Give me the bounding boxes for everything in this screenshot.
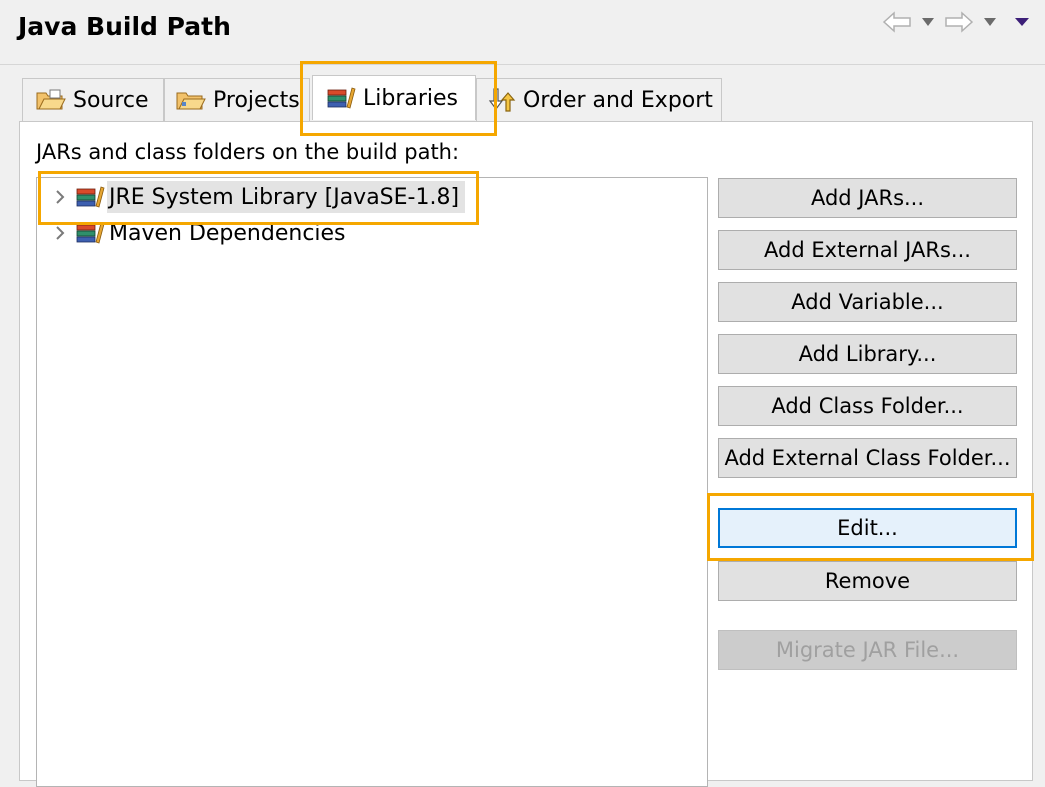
tab-libraries-label: Libraries	[363, 85, 459, 111]
chevron-right-icon[interactable]	[47, 189, 73, 205]
migrate-jar-button[interactable]: Migrate JAR File...	[718, 630, 1017, 670]
tab-projects[interactable]: Projects	[164, 78, 310, 121]
tree-item-maven[interactable]: Maven Dependencies	[37, 217, 352, 249]
add-variable-button[interactable]: Add Variable...	[718, 282, 1017, 322]
add-class-folder-button[interactable]: Add Class Folder...	[718, 386, 1017, 426]
library-icon	[73, 219, 107, 247]
tab-source[interactable]: Source	[22, 78, 164, 121]
add-external-class-folder-button[interactable]: Add External Class Folder...	[718, 438, 1017, 478]
tree-item-jre[interactable]: JRE System Library [JavaSE-1.8]	[37, 181, 466, 213]
tab-order-export[interactable]: Order and Export	[476, 78, 722, 121]
header-divider	[0, 64, 1045, 65]
add-library-button[interactable]: Add Library...	[718, 334, 1017, 374]
add-jars-button[interactable]: Add JARs...	[718, 178, 1017, 218]
source-folder-icon	[35, 87, 67, 113]
tab-order-export-label: Order and Export	[523, 87, 713, 113]
tree-item-label: Maven Dependencies	[109, 220, 346, 246]
libraries-tree[interactable]: JRE System Library [JavaSE-1.8] Maven De…	[36, 177, 708, 787]
tree-item-label: JRE System Library [JavaSE-1.8]	[107, 181, 466, 213]
projects-folder-icon	[175, 87, 207, 113]
library-icon	[325, 85, 357, 111]
nav-toolbar	[879, 8, 1031, 36]
page-title: Java Build Path	[18, 12, 231, 41]
view-menu-icon[interactable]	[1013, 8, 1031, 36]
library-icon	[73, 183, 107, 211]
chevron-right-icon[interactable]	[47, 225, 73, 241]
forward-dropdown-icon[interactable]	[981, 8, 999, 36]
back-arrow-icon[interactable]	[879, 8, 915, 36]
remove-button[interactable]: Remove	[718, 561, 1017, 601]
order-export-icon	[485, 87, 517, 113]
build-path-description: JARs and class folders on the build path…	[36, 140, 460, 164]
back-dropdown-icon[interactable]	[919, 8, 937, 36]
tab-libraries[interactable]: Libraries	[312, 75, 476, 120]
edit-button[interactable]: Edit...	[718, 508, 1017, 548]
tab-source-label: Source	[73, 87, 149, 113]
add-external-jars-button[interactable]: Add External JARs...	[718, 230, 1017, 270]
forward-arrow-icon[interactable]	[941, 8, 977, 36]
tab-projects-label: Projects	[213, 87, 300, 113]
